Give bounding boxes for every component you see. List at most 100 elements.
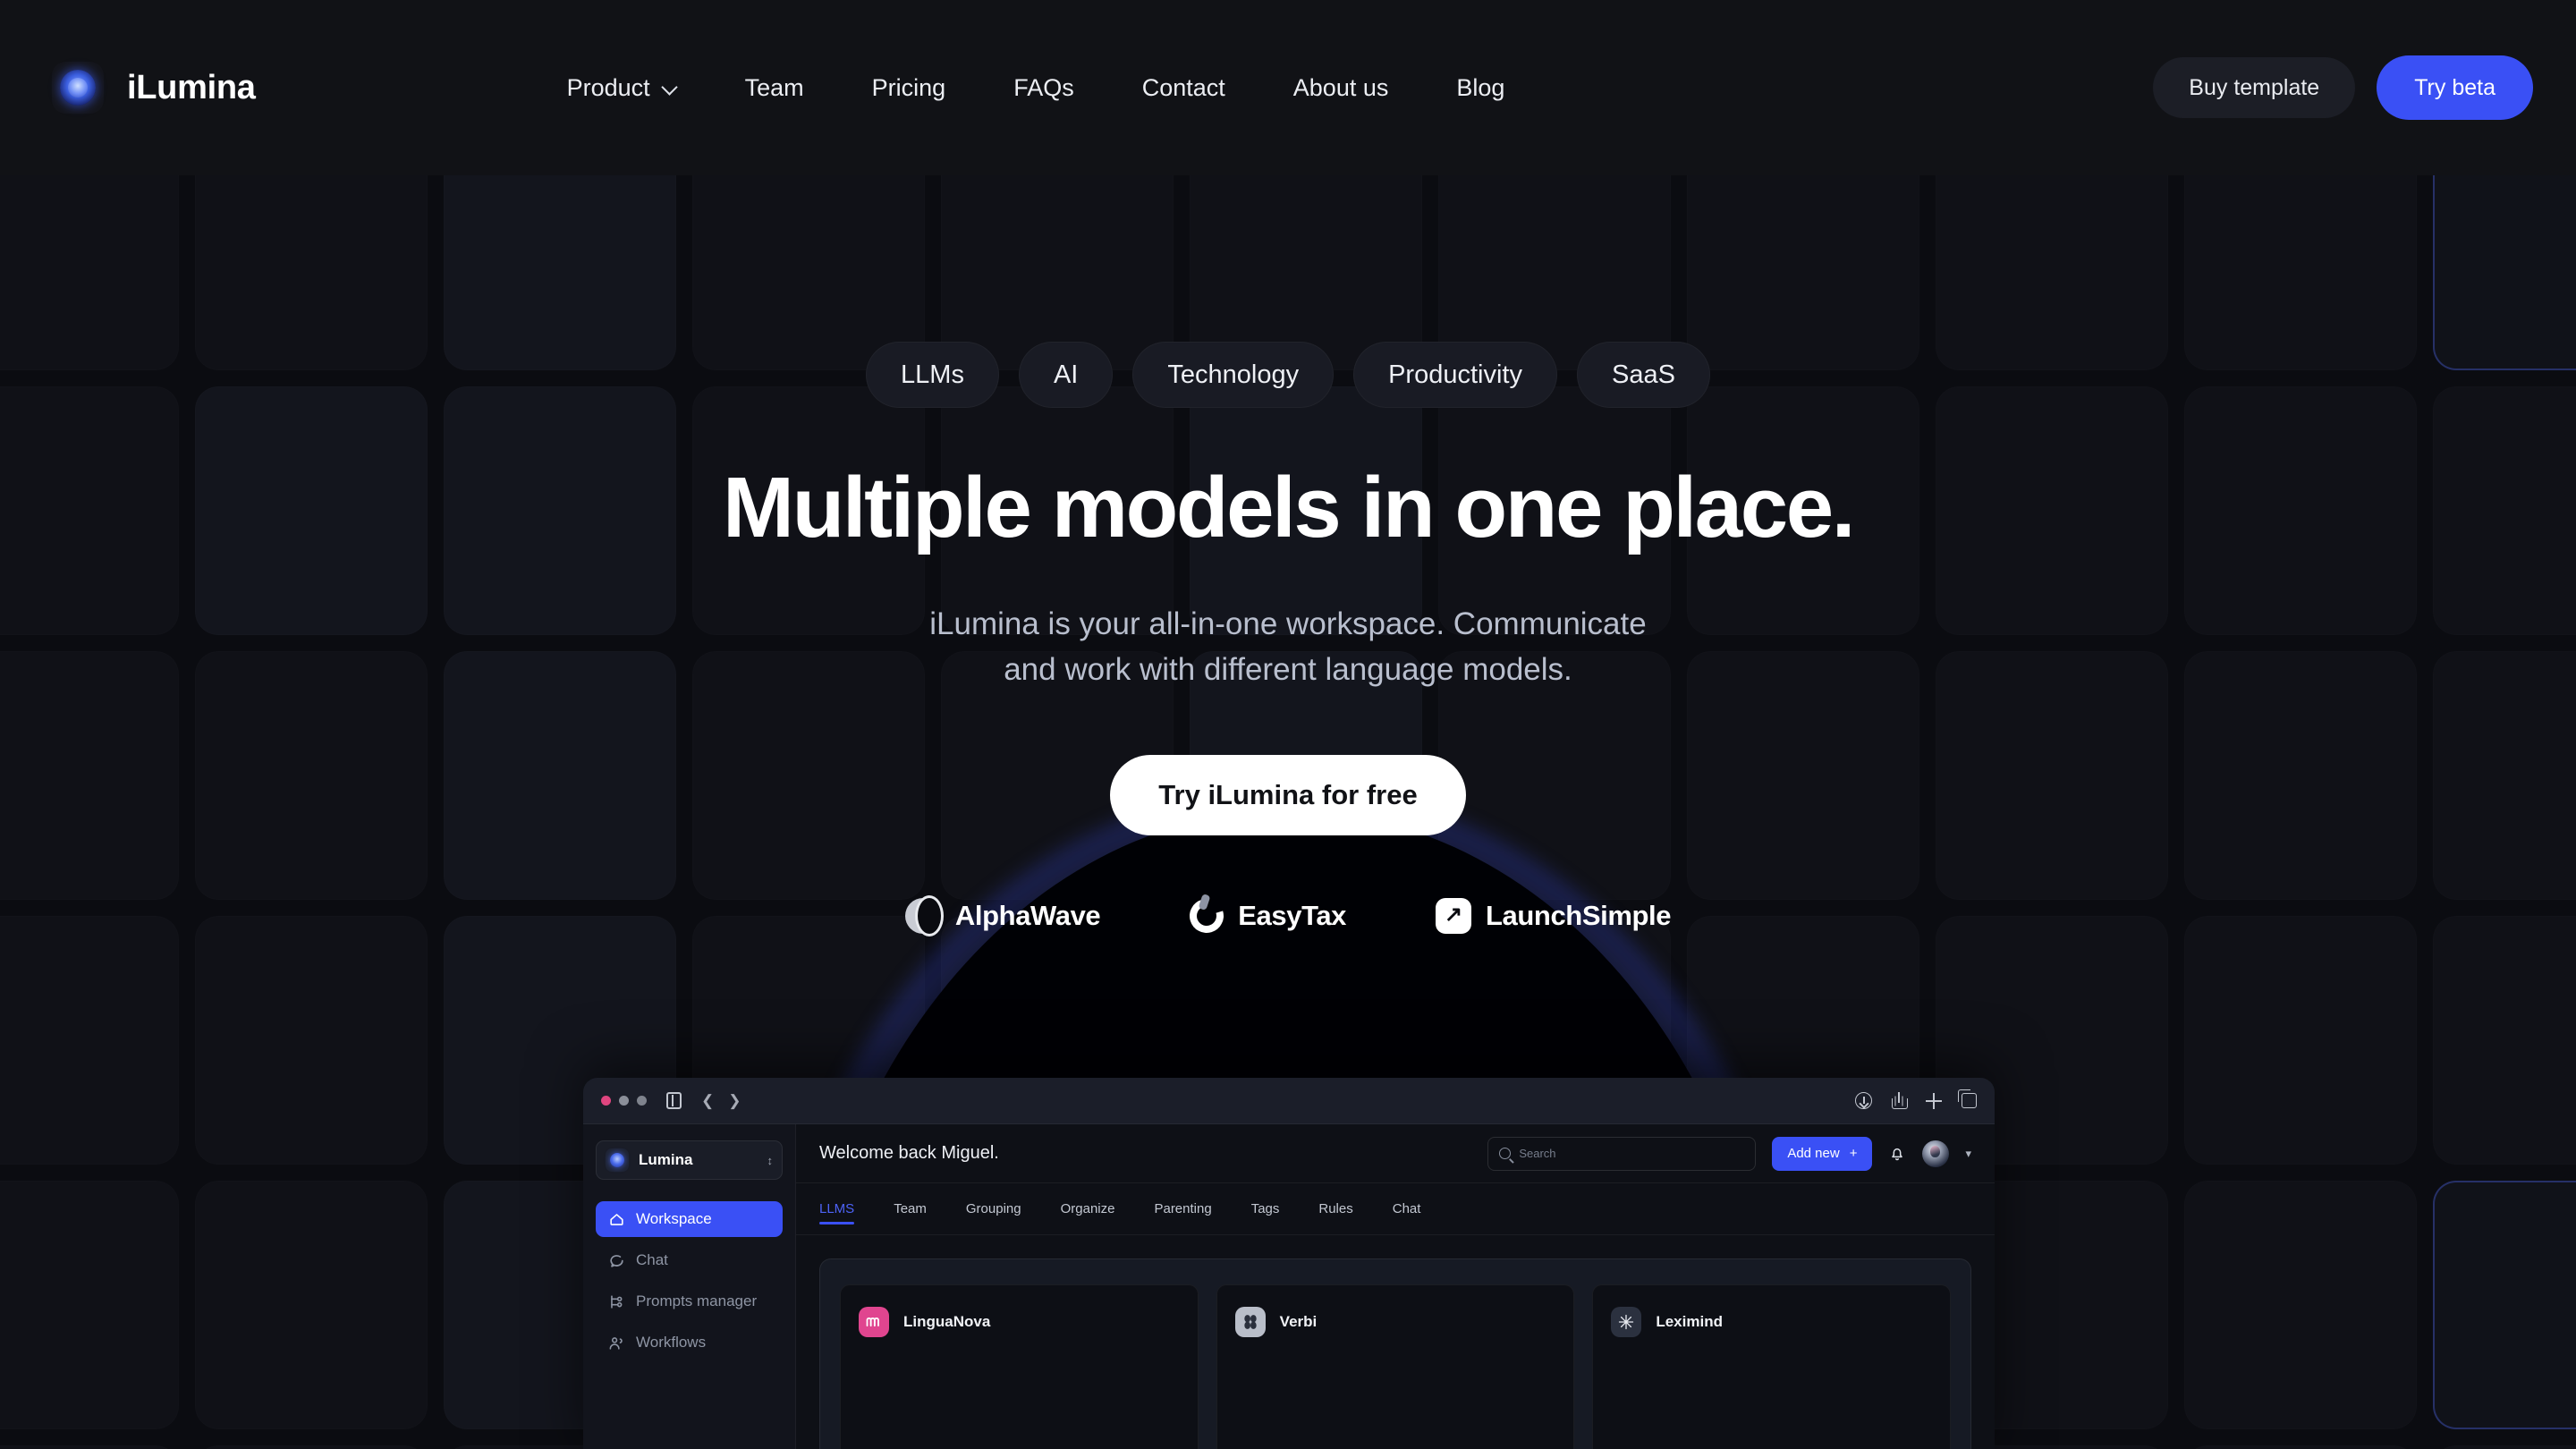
logo-launchsimple: ↗ LaunchSimple [1436,898,1671,935]
top-navigation-bar: iLumina Product Team Pricing FAQs Contac… [0,0,2576,175]
nav-link-label: Product [566,73,650,101]
tab-llms[interactable]: LLMS [819,1183,874,1235]
app-body: Lumina ↕ Workspace Chat Prompts manager … [583,1124,1995,1449]
leximind-icon [1611,1307,1642,1337]
tab-parenting[interactable]: Parenting [1134,1183,1231,1235]
sidebar-item-label: Workspace [636,1210,712,1227]
pill-productivity[interactable]: Productivity [1353,342,1557,408]
avatar[interactable] [1922,1140,1950,1167]
nav-link-blog[interactable]: Blog [1422,65,1538,111]
nav-link-label: FAQs [1013,73,1074,101]
logo-label: EasyTax [1238,900,1346,932]
share-icon[interactable] [1892,1092,1908,1109]
launchsimple-mark-icon: ↗ [1436,898,1471,935]
welcome-message: Welcome back Miguel. [819,1143,999,1163]
model-name: LinguaNova [903,1313,991,1330]
add-new-button[interactable]: Add new + [1772,1136,1873,1171]
sidebar-item-prompts-manager[interactable]: Prompts manager [596,1284,783,1319]
nav-link-pricing[interactable]: Pricing [838,65,980,111]
nav-link-team[interactable]: Team [711,65,838,111]
sidebar-item-label: Prompts manager [636,1292,758,1309]
search-input[interactable]: Search [1487,1136,1757,1171]
nav-link-label: Pricing [871,73,946,101]
forward-arrow-icon[interactable]: ❯ [728,1092,741,1110]
model-cards-panel: LinguaNova Verbi Leximind [819,1258,1971,1449]
background-tile [0,916,179,1165]
nav-link-label: Team [744,73,804,101]
workspace-selector[interactable]: Lumina ↕ [596,1140,783,1180]
brand-logo-link[interactable]: iLumina [52,62,256,114]
sidebar-nav: Workspace Chat Prompts manager Workflows [596,1201,783,1360]
try-beta-button[interactable]: Try beta [2377,55,2533,120]
tab-organize[interactable]: Organize [1041,1183,1135,1235]
pill-llms[interactable]: LLMs [866,342,999,408]
search-icon [1499,1148,1512,1159]
app-tabs: LLMS Team Grouping Organize Parenting Ta… [796,1183,1995,1235]
close-dot-icon[interactable] [601,1096,611,1106]
pill-saas[interactable]: SaaS [1576,342,1710,408]
nav-link-contact[interactable]: Contact [1108,65,1259,111]
app-preview-window: ❮ ❯ Lumina ↕ Workspace Chat Prompts mana… [583,1078,1995,1449]
background-tile [195,916,428,1165]
back-arrow-icon[interactable]: ❮ [701,1092,714,1110]
sidebar-toggle[interactable] [666,1092,682,1109]
background-tile [195,1181,428,1429]
new-tab-plus-icon[interactable] [1926,1092,1942,1109]
ilumina-orb-icon [52,62,104,114]
app-header-actions: Search Add new + ▾ [1487,1136,1971,1171]
sidebar-item-chat[interactable]: Chat [596,1242,783,1278]
sidebar-item-label: Workflows [636,1334,707,1351]
nav-links: Product Team Pricing FAQs Contact About … [533,65,1539,111]
sidebar-item-label: Chat [636,1251,668,1268]
nav-link-faqs[interactable]: FAQs [979,65,1108,111]
nav-link-label: About us [1292,73,1389,101]
pill-technology[interactable]: Technology [1132,342,1335,408]
background-tile [2184,916,2417,1165]
easytax-mark-icon [1183,893,1230,939]
download-icon[interactable] [1855,1092,1872,1109]
alphawave-mark-icon [904,898,941,935]
background-tile [2433,1181,2576,1429]
background-tile [0,1445,179,1449]
tab-tags[interactable]: Tags [1232,1183,1300,1235]
tabs-overview-icon[interactable] [1958,1089,1977,1108]
tab-grouping[interactable]: Grouping [946,1183,1041,1235]
hierarchy-icon [608,1293,625,1310]
sidebar-item-workspace[interactable]: Workspace [596,1201,783,1237]
chevron-down-icon [663,80,677,95]
minimize-dot-icon[interactable] [619,1096,629,1106]
chevron-down-icon[interactable]: ▾ [1965,1147,1971,1161]
app-main-panel: Welcome back Miguel. Search Add new + ▾ … [796,1124,1995,1449]
background-tile [0,1181,179,1429]
category-pill-row: LLMs AI Technology Productivity SaaS [0,342,2576,408]
linguanova-icon [859,1307,889,1337]
maximize-dot-icon[interactable] [637,1096,647,1106]
tab-chat[interactable]: Chat [1373,1183,1441,1235]
model-card[interactable]: LinguaNova [840,1284,1199,1449]
model-name: Verbi [1279,1313,1318,1330]
background-tile [2184,1181,2417,1429]
try-ilumina-free-button[interactable]: Try iLumina for free [1110,755,1466,836]
landing-page: iLumina Product Team Pricing FAQs Contac… [0,0,2576,1449]
background-tile [195,1445,428,1449]
sidebar-item-workflows[interactable]: Workflows [596,1325,783,1360]
tab-team[interactable]: Team [874,1183,946,1235]
model-card[interactable]: Leximind [1592,1284,1952,1449]
add-new-label: Add new [1787,1146,1840,1161]
nav-link-product[interactable]: Product [533,65,711,111]
app-header: Welcome back Miguel. Search Add new + ▾ [796,1124,1995,1183]
partner-logo-row: AlphaWave EasyTax ↗ LaunchSimple [0,893,2576,939]
tab-rules[interactable]: Rules [1299,1183,1372,1235]
plus-icon: + [1849,1146,1858,1161]
logo-label: AlphaWave [954,900,1101,932]
model-card[interactable]: Verbi [1216,1284,1575,1449]
background-tile [2433,1445,2576,1449]
buy-template-button[interactable]: Buy template [2153,57,2356,118]
pill-ai[interactable]: AI [1018,342,1114,408]
workspace-orb-icon [606,1148,629,1172]
users-icon [608,1335,625,1352]
workspace-name: Lumina [639,1151,693,1168]
nav-link-about-us[interactable]: About us [1259,65,1423,111]
notifications-bell-icon[interactable] [1888,1144,1906,1164]
logo-easytax: EasyTax [1183,893,1346,939]
